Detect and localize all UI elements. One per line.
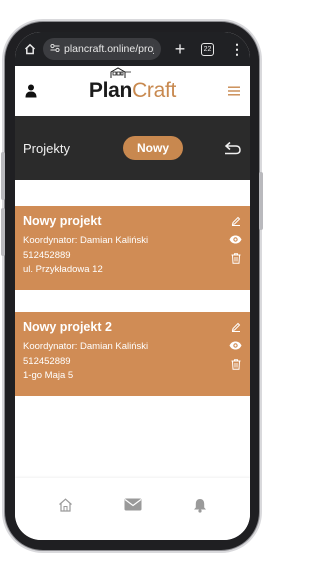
phone-side-button — [1, 152, 5, 200]
home-icon[interactable] — [21, 43, 39, 55]
project-actions — [229, 216, 242, 264]
return-arrow-icon[interactable] — [224, 141, 242, 155]
phone-side-button — [259, 172, 263, 230]
mail-icon[interactable] — [124, 498, 142, 511]
logo-text-craft: Craft — [132, 79, 177, 102]
project-actions — [229, 322, 242, 370]
edit-pencil-icon[interactable] — [231, 216, 241, 226]
phone-screen: plancraft.online/proje + 22 ⋮ Plan Craft… — [15, 32, 250, 540]
plancraft-logo[interactable]: Plan Craft — [88, 67, 177, 103]
house-logo-icon — [110, 67, 131, 78]
eye-icon[interactable] — [229, 235, 242, 244]
page-title: Projekty — [23, 140, 70, 156]
project-name: Nowy projekt — [23, 214, 102, 228]
phone-side-button — [1, 208, 5, 256]
project-phone: 512452889 — [23, 249, 71, 261]
project-phone: 512452889 — [23, 355, 71, 367]
home-icon[interactable] — [58, 498, 73, 512]
project-address: ul. Przykładowa 12 — [23, 264, 103, 275]
project-coordinator: Koordynator: Damian Kaliński — [23, 341, 149, 352]
eye-icon[interactable] — [229, 341, 242, 350]
projects-toolbar: Projekty Nowy — [15, 116, 250, 180]
plus-icon[interactable]: + — [169, 39, 191, 60]
bell-icon[interactable] — [193, 498, 207, 513]
bottom-navigation — [15, 478, 250, 540]
tab-count-button[interactable]: 22 — [201, 42, 214, 56]
address-bar[interactable]: plancraft.online/proje — [43, 38, 161, 60]
edit-pencil-icon[interactable] — [231, 322, 241, 332]
kebab-menu-icon[interactable]: ⋮ — [230, 42, 244, 56]
project-address: 1-go Maja 5 — [23, 370, 74, 381]
logo-text-plan: Plan — [88, 79, 133, 102]
trash-icon[interactable] — [231, 359, 241, 370]
person-icon[interactable] — [25, 84, 37, 98]
browser-toolbar: plancraft.online/proje + 22 ⋮ — [15, 32, 250, 66]
project-coordinator: Koordynator: Damian Kaliński — [23, 235, 149, 246]
project-card[interactable]: Nowy projekt 2 Koordynator: Damian Kaliń… — [15, 312, 250, 396]
app-header: Plan Craft — [15, 66, 250, 116]
url-text[interactable]: plancraft.online/proje — [64, 43, 154, 55]
project-card[interactable]: Nowy projekt Koordynator: Damian Kalińsk… — [15, 206, 250, 290]
project-name: Nowy projekt 2 — [23, 320, 112, 334]
hamburger-icon[interactable] — [227, 86, 240, 96]
new-project-button[interactable]: Nowy — [123, 136, 183, 160]
tune-icon[interactable] — [50, 43, 60, 54]
trash-icon[interactable] — [231, 253, 241, 264]
